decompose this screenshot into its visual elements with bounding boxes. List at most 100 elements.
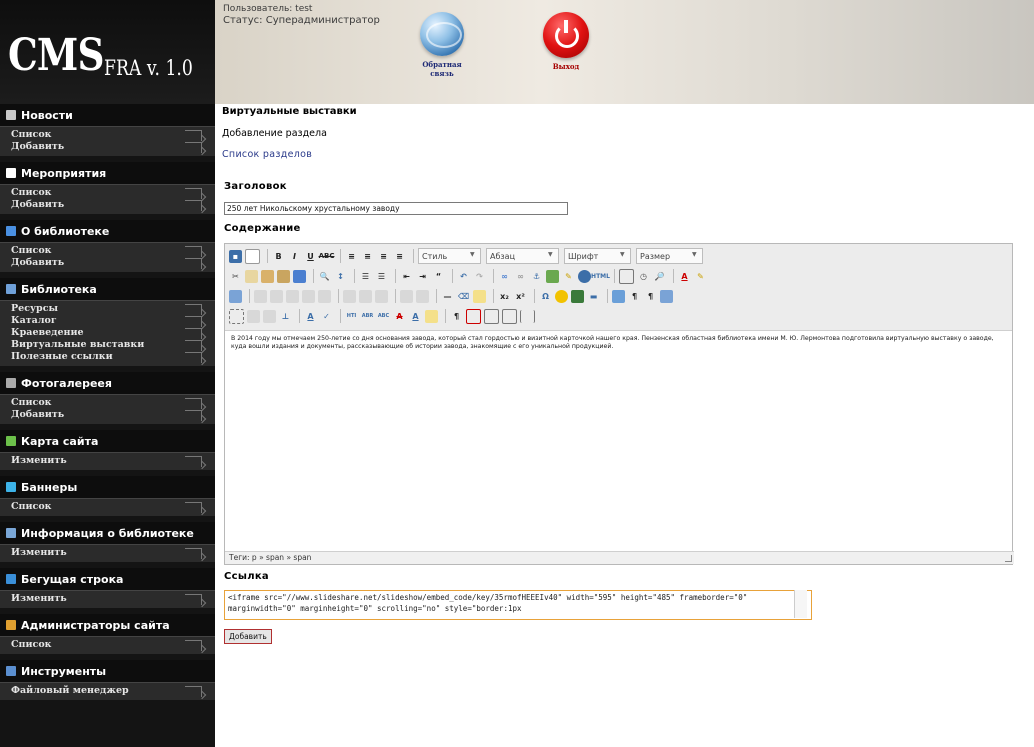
ltr-icon[interactable]: ¶ [628,290,641,303]
del-icon[interactable]: A [393,310,406,323]
cite-icon[interactable]: HTI [345,310,358,323]
align-center-icon[interactable]: ≡ [361,250,374,263]
underline-icon[interactable]: U [304,250,317,263]
insert-col-before-icon[interactable] [343,289,356,303]
replace-icon[interactable]: ↕ [334,270,347,283]
remove-format-icon[interactable]: ⌫ [457,290,470,303]
blockquote-icon[interactable]: “ [432,270,445,283]
media-icon[interactable] [571,289,584,303]
strikethrough-icon[interactable]: ABC [319,250,335,263]
paste-icon[interactable] [261,269,274,283]
emoticons-icon[interactable] [555,289,568,303]
new-document-icon[interactable] [245,248,260,264]
resize-handle-icon[interactable] [1005,555,1012,562]
sidebar-item[interactable]: Список [0,639,215,651]
heading-input[interactable]: 250 лет Никольскому хрустальному заводу [224,202,568,215]
acronym-icon[interactable]: ABC [377,310,390,323]
print-icon[interactable]: ▬ [587,290,600,303]
link-scrollbar[interactable] [794,590,807,618]
format-dropdown[interactable]: Абзац ▼ [486,248,559,264]
template-icon[interactable] [502,308,517,324]
save-icon[interactable]: ▪ [229,249,242,263]
numbered-list-icon[interactable]: ☰ [375,270,388,283]
font-dropdown[interactable]: Шрифт ▼ [564,248,631,264]
bullet-list-icon[interactable]: ☰ [359,270,372,283]
pagebreak-icon[interactable] [520,309,535,323]
visual-chars-icon[interactable] [466,308,481,324]
delete-col-icon[interactable] [375,289,388,303]
preview-icon[interactable]: 🔎 [653,270,666,283]
sidebar-item[interactable]: Добавить [0,257,215,269]
absolute-icon[interactable]: ⊥ [279,310,292,323]
undo-icon[interactable]: ↶ [457,270,470,283]
insert-col-after-icon[interactable] [359,289,372,303]
spellcheck-icon[interactable]: ✓ [320,310,333,323]
paste-text-icon[interactable] [277,269,290,283]
cleanup-icon[interactable]: ✎ [562,270,575,283]
align-right-icon[interactable]: ≡ [377,250,390,263]
link-icon[interactable]: ∞ [498,270,511,283]
sidebar-item[interactable]: Изменить [0,593,215,605]
visual-aid-icon[interactable] [473,289,486,303]
sidebar-item[interactable]: Список [0,187,215,199]
insert-date-icon[interactable] [619,268,634,284]
bold-icon[interactable]: B [272,250,285,263]
find-icon[interactable]: 🔍 [318,270,331,283]
table-icon[interactable] [229,289,242,303]
indent-icon[interactable]: ⇥ [416,270,429,283]
fullscreen-icon[interactable] [612,289,625,303]
nonbreaking-icon[interactable] [484,308,499,324]
align-left-icon[interactable]: ≡ [345,250,358,263]
move-backward-icon[interactable] [263,309,276,323]
sidebar-item[interactable]: Изменить [0,547,215,559]
rich-text-editor[interactable]: ▪ B I U ABC ≡ ≡ ≡ ≡ Стиль ▼ Абзац ▼ Шрифт ▼… [224,243,1014,565]
rtl-icon[interactable]: ¶ [644,290,657,303]
insert-row-after-icon[interactable] [302,289,315,303]
paste-word-icon[interactable] [293,269,306,283]
html-icon[interactable]: HTML [591,270,610,283]
sidebar-item[interactable]: Ресурсы [0,303,215,315]
sidebar-item[interactable]: Список [0,245,215,257]
cell-props-icon[interactable] [270,289,283,303]
text-color-icon[interactable]: A [678,270,691,283]
feedback-button[interactable]: Обратная связь [413,12,471,78]
sidebar-item[interactable]: Изменить [0,455,215,467]
section-list-link[interactable]: Список разделов [222,149,312,160]
outdent-icon[interactable]: ⇤ [400,270,413,283]
copy-icon[interactable] [245,269,258,283]
exit-button[interactable]: Выход [537,12,595,71]
insert-time-icon[interactable]: ◷ [637,270,650,283]
sidebar-item[interactable]: Виртуальные выставки [0,339,215,351]
show-blocks-icon[interactable]: ¶ [450,310,463,323]
background-color-icon[interactable]: ✎ [694,270,707,283]
editor-content[interactable]: В 2014 году мы отмечаем 250-летие со дня… [225,331,1012,549]
align-justify-icon[interactable]: ≡ [393,250,406,263]
row-props-icon[interactable] [254,289,267,303]
move-forward-icon[interactable] [247,309,260,323]
help-icon[interactable] [578,269,591,283]
ins-icon[interactable]: A [409,310,422,323]
sidebar-item[interactable]: Полезные ссылки [0,351,215,363]
style-dropdown[interactable]: Стиль ▼ [418,248,481,264]
italic-icon[interactable]: I [288,250,301,263]
sidebar-item[interactable]: Список [0,129,215,141]
sidebar-item[interactable]: Файловый менеджер [0,685,215,697]
sidebar-item[interactable]: Добавить [0,141,215,153]
link-textarea[interactable]: <iframe src="//www.slideshare.net/slides… [224,590,812,620]
unlink-icon[interactable]: ∞ [514,270,527,283]
add-button[interactable]: Добавить [224,629,272,644]
subscript-icon[interactable]: x₂ [498,290,511,303]
image-icon[interactable] [546,269,559,283]
special-char-icon[interactable]: Ω [539,290,552,303]
style-props-icon[interactable]: A [304,310,317,323]
split-cells-icon[interactable] [400,289,413,303]
merge-cells-icon[interactable] [416,289,429,303]
redo-icon[interactable]: ↷ [473,270,486,283]
insert-row-before-icon[interactable] [286,289,299,303]
cut-icon[interactable]: ✂ [229,270,242,283]
delete-row-icon[interactable] [318,289,331,303]
sidebar-item[interactable]: Список [0,501,215,513]
anchor-icon[interactable]: ⚓ [530,270,543,283]
sidebar-item[interactable]: Добавить [0,409,215,421]
horizontal-rule-icon[interactable]: — [441,290,454,303]
